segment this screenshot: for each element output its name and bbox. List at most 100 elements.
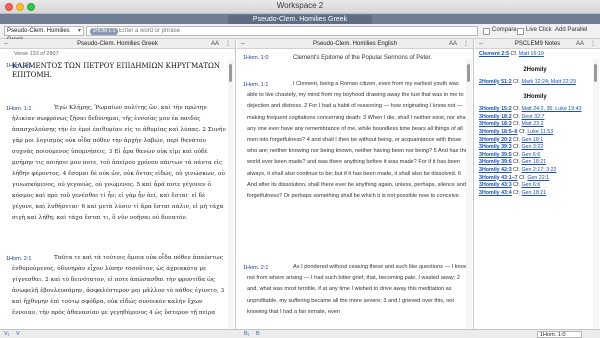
- greek-verse-2-1: Ταῦτα τε καὶ τὰ τούτοις ὅμοια οὐκ οἶδα π…: [12, 255, 225, 316]
- english-verse-1-1: I Clement, being a Roman citizen, even f…: [247, 81, 469, 200]
- note-cf: Cf.: [513, 121, 520, 128]
- verse-counter: Verse 133 of 2807: [14, 51, 59, 57]
- note-cf: Cf.: [513, 106, 520, 113]
- note-cf: Cf.: [513, 159, 520, 166]
- note-link[interactable]: Mark 12:24; Matt 22:29: [521, 79, 575, 85]
- live-click-checkbox[interactable]: [517, 28, 524, 35]
- note-link[interactable]: Deut 32:7: [521, 114, 544, 120]
- pane-options-icon[interactable]: ⋮: [225, 39, 231, 49]
- note-ref[interactable]: 3Homily 39:5: [479, 152, 512, 158]
- note-cf: Cf.: [510, 51, 518, 57]
- note-row[interactable]: Clement 2:5 Cf. Matt 16:19: [479, 51, 591, 59]
- compare-label: Compare: [492, 27, 517, 33]
- pane-menu-icon[interactable]: ⇔: [478, 39, 484, 49]
- status-btn-v[interactable]: V: [16, 331, 20, 337]
- add-parallel-button[interactable]: Add Parallel: [555, 27, 587, 33]
- note-row[interactable]: 3Homily 39:6 Cf. Gen 18:21: [479, 159, 591, 167]
- font-size-button[interactable]: AA: [449, 39, 457, 49]
- font-size-button[interactable]: AA: [576, 39, 584, 49]
- note-ref[interactable]: 3Homily 43:4: [479, 190, 512, 196]
- note-ref[interactable]: 2Homily 51:2: [479, 79, 512, 85]
- note-link[interactable]: Gen 6:6: [521, 152, 540, 158]
- note-ref[interactable]: 3Homily 39:3: [479, 144, 512, 150]
- font-size-button[interactable]: AA: [211, 39, 219, 49]
- note-link[interactable]: Matt 16:19: [519, 51, 544, 57]
- resource-selector[interactable]: Pseudo-Clem. Homilies Greek ▾: [4, 26, 84, 43]
- verse-ref-1-0[interactable]: 1Hom. 1:0: [6, 63, 31, 69]
- search-input[interactable]: [119, 27, 474, 35]
- note-row[interactable]: 3Homily 43:3 Cf. Gen 6:6: [479, 182, 591, 190]
- jump-to-reference-field[interactable]: 1Hom. 1:0: [537, 331, 582, 338]
- scroll-thumb[interactable]: [467, 64, 470, 82]
- note-row[interactable]: 3Homily 39:3 Cf. Gen 3:22: [479, 144, 591, 152]
- notes-list: Clement 2:5 Cf. Matt 16:19 2Homily 2Homi…: [479, 51, 591, 197]
- status-btn-b1[interactable]: B₁: [244, 331, 250, 337]
- note-row[interactable]: 3Homily 20:2 Cf. Gen 18:1: [479, 137, 591, 145]
- notes-scrollbar[interactable]: [593, 59, 599, 329]
- scroll-thumb[interactable]: [229, 64, 232, 82]
- note-link[interactable]: Matt 23:2: [521, 121, 543, 127]
- note-cf: Cf.: [519, 174, 526, 181]
- note-row[interactable]: 3Homily 18:3 Cf. Matt 23:2: [479, 121, 591, 129]
- greek-pane: ⇔ Pseudo-Clem. Homilies Greek AA ⋮ Verse…: [0, 39, 236, 329]
- reference-chip[interactable]: 1HOM 1:1: [90, 28, 118, 35]
- greek-pane-title[interactable]: Pseudo-Clem. Homilies Greek: [77, 41, 158, 47]
- english-title: Clement's Epitome of the Popular Sermons…: [293, 55, 432, 61]
- note-cf: Cf.: [513, 78, 520, 85]
- note-link[interactable]: Gen 2:17; 3:22: [521, 167, 556, 173]
- pane-options-icon[interactable]: ⋮: [463, 39, 469, 49]
- search-box[interactable]: 1HOM 1:1: [86, 26, 478, 36]
- note-link[interactable]: Luke 11:53: [527, 129, 553, 135]
- note-ref[interactable]: 3Homily 20:2: [479, 137, 512, 143]
- english-scrollbar[interactable]: [466, 59, 472, 329]
- tab-bar: Pseudo-Clem. Homilies Greek: [0, 14, 600, 24]
- note-cf: Cf.: [513, 182, 520, 189]
- note-row[interactable]: 3Homily 42:3 Cf. Gen 2:17; 3:22: [479, 167, 591, 175]
- note-ref[interactable]: 3Homily 15:2: [479, 106, 512, 112]
- note-ref[interactable]: 3Homily 18:3: [479, 121, 512, 127]
- pane-menu-icon[interactable]: ⇔: [3, 39, 9, 49]
- english-pane-title[interactable]: Pseudo-Clem. Homilies English: [313, 41, 397, 47]
- note-link[interactable]: Gen 18:21: [521, 159, 546, 165]
- note-ref[interactable]: 3Homily 43:3: [479, 182, 512, 188]
- note-ref[interactable]: Clement 2:5: [479, 51, 509, 57]
- note-link[interactable]: Matt 24:2, 36; Luke 19:43: [521, 106, 581, 112]
- note-link[interactable]: Gen 6:6: [521, 182, 540, 188]
- note-row[interactable]: 3Homily 15:2 Cf. Matt 24:2, 36; Luke 19:…: [479, 106, 591, 114]
- note-group-heading: 2Homily: [523, 66, 547, 73]
- notes-pane-title[interactable]: PSCLEM9 Notes: [515, 41, 560, 47]
- note-ref[interactable]: 3Homily 42:3: [479, 167, 512, 173]
- note-row[interactable]: 2Homily 51:2 Cf. Mark 12:24; Matt 22:29: [479, 79, 591, 87]
- note-cf: Cf.: [519, 128, 526, 135]
- note-link[interactable]: Gen 18:1: [521, 137, 543, 143]
- status-btn-v1[interactable]: V₁: [4, 331, 10, 337]
- pane-menu-icon[interactable]: ⇔: [240, 39, 246, 49]
- tab-greek[interactable]: Pseudo-Clem. Homilies Greek: [228, 15, 372, 24]
- english-verse-2-1: As I pondered without ceasing these and …: [247, 264, 468, 315]
- notes-pane: ⇔ PSCLEM9 Notes AA ⋮ Clement 2:5 Cf. Mat…: [475, 39, 600, 329]
- note-link[interactable]: Gen 3:22: [521, 144, 543, 150]
- note-cf: Cf.: [513, 113, 520, 120]
- note-ref[interactable]: 3Homily 18:5–6: [479, 129, 518, 135]
- greek-scrollbar[interactable]: [228, 59, 234, 329]
- note-ref[interactable]: 3Homily 39:6: [479, 159, 512, 165]
- note-cf: Cf.: [513, 151, 520, 158]
- note-cf: Cf.: [513, 189, 520, 196]
- pane-options-icon[interactable]: ⋮: [590, 39, 596, 49]
- note-link[interactable]: Gen 18:21: [521, 190, 546, 196]
- note-row[interactable]: 3Homily 43:1–7 Cf. Gen 22:1: [479, 175, 591, 183]
- note-link[interactable]: Gen 22:1: [527, 175, 549, 181]
- verse-ref-1-0[interactable]: 1Hom. 1:0: [243, 55, 268, 61]
- greek-book-title: ΚΛΗΜΕΝΤΟΣ ΤΩΝ ΠΕΤΡΟΥ ΕΠΙΔΗΜΙΩΝ ΚΗΡΥΓΜΑΤΩ…: [12, 62, 220, 79]
- note-row[interactable]: 3Homily 39:5 Cf. Gen 6:6: [479, 152, 591, 160]
- note-row[interactable]: 3Homily 18:2 Cf. Deut 32:7: [479, 114, 591, 122]
- note-ref[interactable]: 3Homily 18:2: [479, 114, 512, 120]
- status-btn-b[interactable]: B: [256, 331, 260, 337]
- note-ref[interactable]: 3Homily 43:1–7: [479, 175, 518, 181]
- title-bar: Workspace 2: [0, 0, 600, 14]
- compare-checkbox[interactable]: [483, 28, 490, 35]
- note-row[interactable]: 3Homily 43:4 Cf. Gen 18:21: [479, 190, 591, 198]
- app-window: Workspace 2 Pseudo-Clem. Homilies Greek …: [0, 0, 600, 338]
- scroll-thumb[interactable]: [594, 64, 597, 82]
- note-row[interactable]: 3Homily 18:5–6 Cf. Luke 11:53: [479, 129, 591, 137]
